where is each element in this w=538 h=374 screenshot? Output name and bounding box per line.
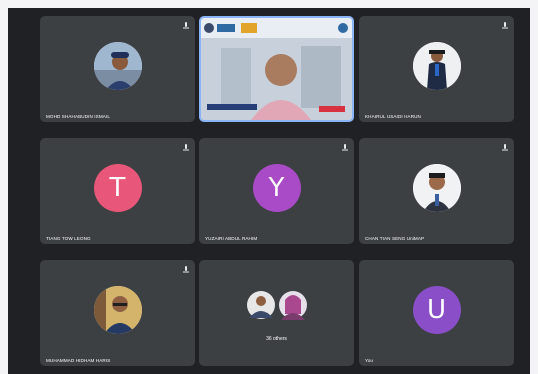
others-tile[interactable]: 36 others xyxy=(199,260,354,366)
self-tile[interactable]: U You xyxy=(359,260,514,366)
mic-off-icon xyxy=(342,144,348,151)
avatar-initial: Y xyxy=(268,173,285,203)
participant-tile[interactable]: KHAIRUL USAIDI HARUN xyxy=(359,16,514,122)
meeting-grid: MOHD SHAHABUDIN ISMAIL KHAIRUL USAIDI HA… xyxy=(8,8,530,374)
speaker-video xyxy=(201,18,352,120)
participant-name: YUZAIRI ABDUL RAHIM xyxy=(205,236,258,241)
participant-tile[interactable]: MUHAMMAD HIDHAM HARIS xyxy=(40,260,195,366)
mic-off-icon xyxy=(502,144,508,151)
participant-tile[interactable]: MOHD SHAHABUDIN ISMAIL xyxy=(40,16,195,122)
participant-avatar: T xyxy=(93,164,142,212)
avatar-initial: T xyxy=(109,173,126,203)
participant-name: MOHD SHAHABUDIN ISMAIL xyxy=(46,114,110,119)
active-speaker-tile[interactable] xyxy=(199,16,354,122)
mic-off-icon xyxy=(183,144,189,151)
self-name: You xyxy=(365,358,374,363)
mic-off-icon xyxy=(502,22,508,29)
avatar-initial: U xyxy=(426,295,447,325)
participant-avatar xyxy=(412,42,461,90)
participant-name: KHAIRUL USAIDI HARUN xyxy=(365,114,421,119)
self-avatar: U xyxy=(412,286,461,334)
participant-tile[interactable]: Y YUZAIRI ABDUL RAHIM xyxy=(199,138,354,244)
participant-avatar xyxy=(93,286,142,334)
mic-off-icon xyxy=(183,22,189,29)
participant-avatar xyxy=(412,164,461,212)
participant-name: CHAN TIAN SENG UniMAP xyxy=(365,236,425,241)
mic-off-icon xyxy=(183,266,189,273)
others-count-label: 36 others xyxy=(266,336,287,342)
others-avatars xyxy=(247,284,307,326)
participant-tile[interactable]: CHAN TIAN SENG UniMAP xyxy=(359,138,514,244)
participant-tile[interactable]: T TIANG TOW LEONG xyxy=(40,138,195,244)
participant-avatar: Y xyxy=(252,164,301,212)
participant-avatar xyxy=(93,42,142,90)
participant-name: TIANG TOW LEONG xyxy=(46,236,91,241)
participant-name: MUHAMMAD HIDHAM HARIS xyxy=(46,358,111,363)
